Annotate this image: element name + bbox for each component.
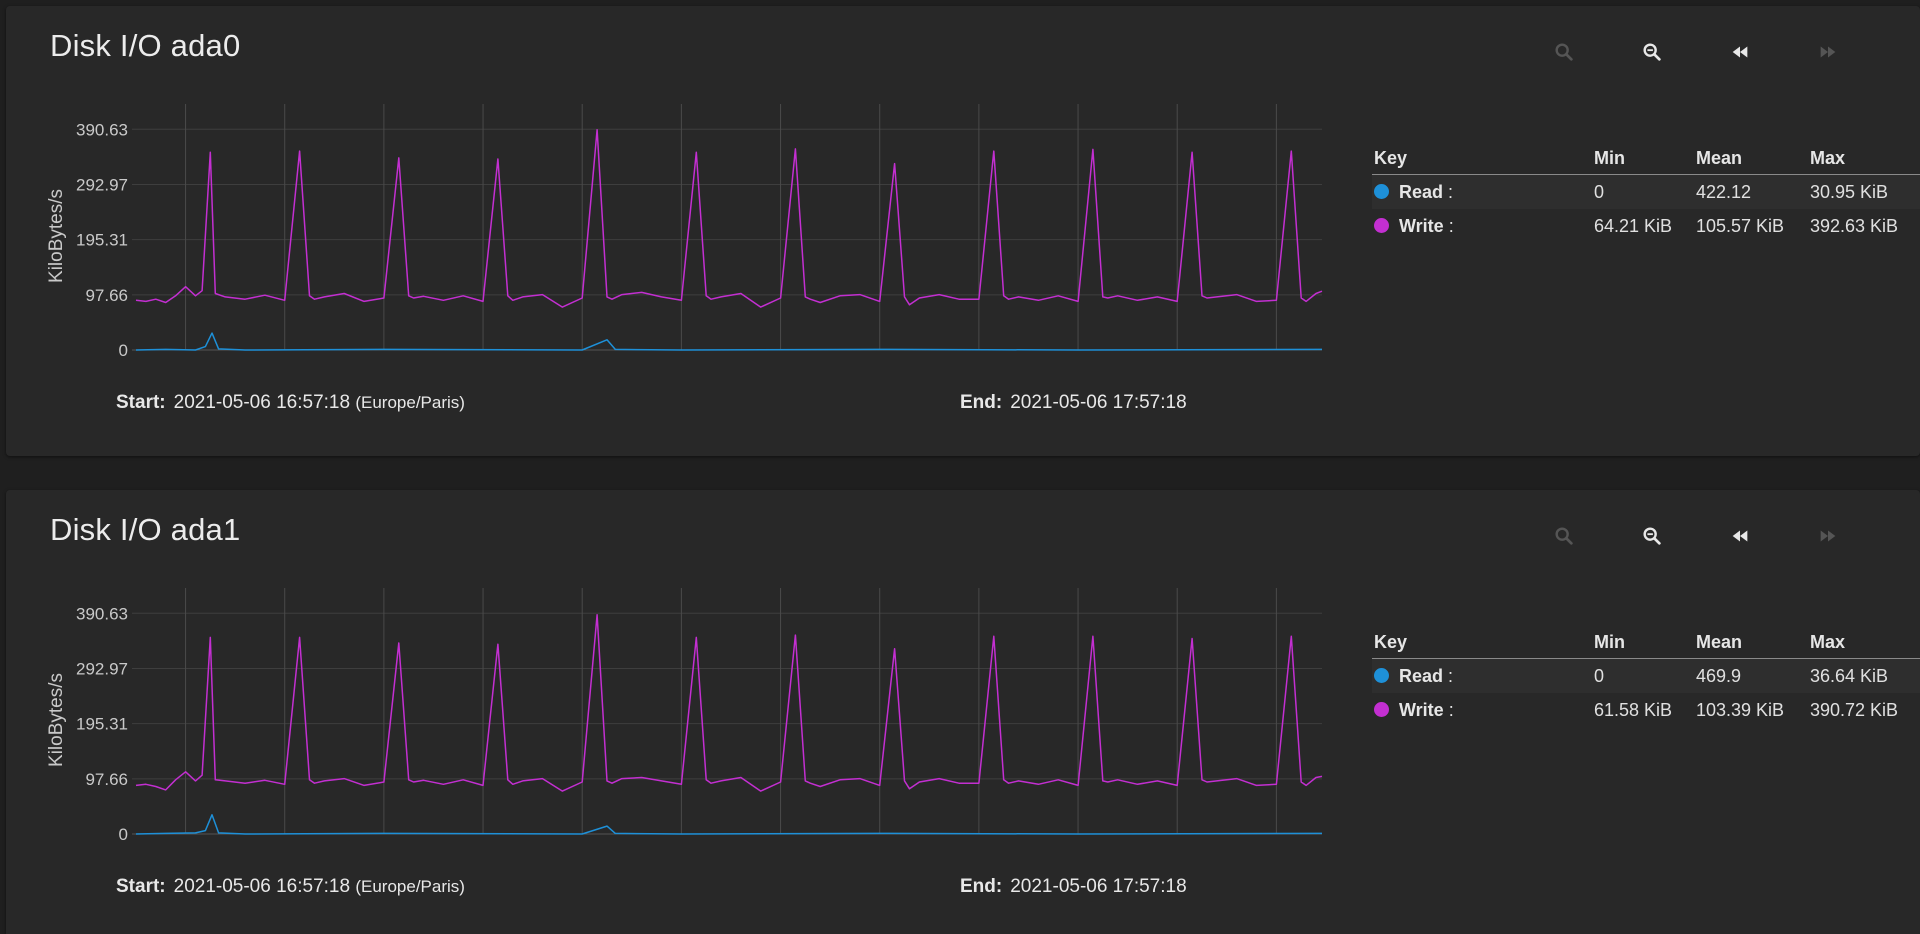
series-line-read [135,332,1323,351]
series-color-dot [1374,667,1389,683]
series-mean: 422.12 [1696,182,1752,202]
chart-panel: Disk I/O ada0390.63292.97195.3197.66017:… [6,6,1920,456]
step-forward-button[interactable] [1808,34,1848,70]
series-suffix: : [1443,216,1454,236]
y-tick-label: 195.31 [76,715,128,734]
y-tick-label: 292.97 [76,659,128,678]
series-name: Write [1399,700,1444,720]
header-key: Key [1374,148,1408,168]
series-min: 0 [1594,182,1605,202]
zoom-out-icon [1643,43,1661,61]
y-tick-label: 195.31 [76,231,128,250]
panel-title: Disk I/O ada1 [50,512,241,547]
start-value: 2021-05-06 16:57:18 [173,392,351,413]
series-line-write [135,614,1323,792]
fast-forward-icon [1820,46,1836,58]
start-time: Start: 2021-05-06 16:57:18 (Europe/Paris) [116,392,465,414]
legend-row-write[interactable]: Write : 64.21 KiB 105.57 KiB 392.63 KiB [1372,209,1920,243]
y-axis-label: KiloBytes/s [46,673,67,767]
zoom-out-button[interactable] [1632,34,1672,70]
series-max: 390.72 KiB [1810,700,1899,720]
end-time: End: 2021-05-06 17:57:18 [960,392,1187,414]
header-mean: Mean [1696,632,1743,652]
start-label: Start: [116,392,166,413]
header-min: Min [1594,632,1625,652]
chart-area[interactable]: 390.63292.97195.3197.66017:0017:0517:101… [6,86,1336,356]
end-label: End: [960,392,1003,413]
legend-header: Key Min Mean Max [1372,142,1920,175]
y-tick-label: 390.63 [76,120,128,139]
rewind-icon [1732,46,1748,58]
series-color-dot [1374,701,1389,717]
legend-row-read[interactable]: Read : 0 469.9 36.64 KiB [1372,659,1920,693]
series-max: 36.64 KiB [1810,666,1889,686]
series-max: 392.63 KiB [1810,216,1899,236]
series-mean: 469.9 [1696,666,1742,686]
fast-forward-icon [1820,530,1836,542]
y-tick-label: 97.66 [85,770,128,789]
header-max: Max [1810,148,1846,168]
y-tick-label: 0 [119,341,128,356]
series-min: 64.21 KiB [1594,216,1673,236]
y-tick-label: 97.66 [85,286,128,305]
series-suffix: : [1443,700,1454,720]
y-tick-label: 292.97 [76,175,128,194]
end-value: 2021-05-06 17:57:18 [1010,392,1187,413]
zoom-in-icon [1555,527,1573,545]
legend-table: Key Min Mean Max Read : 0 422.12 30.95 KiB Write… [1372,142,1920,243]
start-label: Start: [116,876,166,897]
step-back-button[interactable] [1720,518,1760,554]
series-name: Read [1399,182,1444,202]
series-mean: 103.39 KiB [1696,700,1785,720]
legend-header: Key Min Mean Max [1372,626,1920,659]
end-time: End: 2021-05-06 17:57:18 [960,876,1187,898]
line-chart[interactable]: 390.63292.97195.3197.66017:0017:0517:101… [6,86,1336,356]
panel-title: Disk I/O ada0 [50,28,241,63]
step-back-button[interactable] [1720,34,1760,70]
series-suffix: : [1443,666,1454,686]
series-name: Write [1399,216,1444,236]
chart-panel: Disk I/O ada1390.63292.97195.3197.66017:… [6,490,1920,934]
zoom-in-button[interactable] [1544,518,1584,554]
timezone: (Europe/Paris) [355,393,465,412]
header-max: Max [1810,632,1846,652]
series-suffix: : [1443,182,1454,202]
header-min: Min [1594,148,1625,168]
y-axis-label: KiloBytes/s [46,189,67,283]
zoom-in-button[interactable] [1544,34,1584,70]
zoom-out-icon [1643,527,1661,545]
end-value: 2021-05-06 17:57:18 [1010,876,1187,897]
series-mean: 105.57 KiB [1696,216,1785,236]
series-line-read [135,814,1323,835]
rewind-icon [1732,530,1748,542]
series-color-dot [1374,183,1389,199]
header-mean: Mean [1696,148,1743,168]
series-max: 30.95 KiB [1810,182,1889,202]
line-chart[interactable]: 390.63292.97195.3197.66017:0017:0517:101… [6,570,1336,840]
y-tick-label: 0 [119,825,128,840]
legend-row-read[interactable]: Read : 0 422.12 30.95 KiB [1372,175,1920,209]
start-value: 2021-05-06 16:57:18 [173,876,351,897]
header-key: Key [1374,632,1408,652]
zoom-in-icon [1555,43,1573,61]
series-min: 61.58 KiB [1594,700,1673,720]
step-forward-button[interactable] [1808,518,1848,554]
y-tick-label: 390.63 [76,604,128,623]
legend-table: Key Min Mean Max Read : 0 469.9 36.64 KiB Write … [1372,626,1920,727]
series-color-dot [1374,217,1389,233]
start-time: Start: 2021-05-06 16:57:18 (Europe/Paris) [116,876,465,898]
series-line-write [135,128,1323,308]
end-label: End: [960,876,1003,897]
series-name: Read [1399,666,1444,686]
zoom-out-button[interactable] [1632,518,1672,554]
legend-row-write[interactable]: Write : 61.58 KiB 103.39 KiB 390.72 KiB [1372,693,1920,727]
series-min: 0 [1594,666,1605,686]
timezone: (Europe/Paris) [355,877,465,896]
chart-area[interactable]: 390.63292.97195.3197.66017:0017:0517:101… [6,570,1336,840]
